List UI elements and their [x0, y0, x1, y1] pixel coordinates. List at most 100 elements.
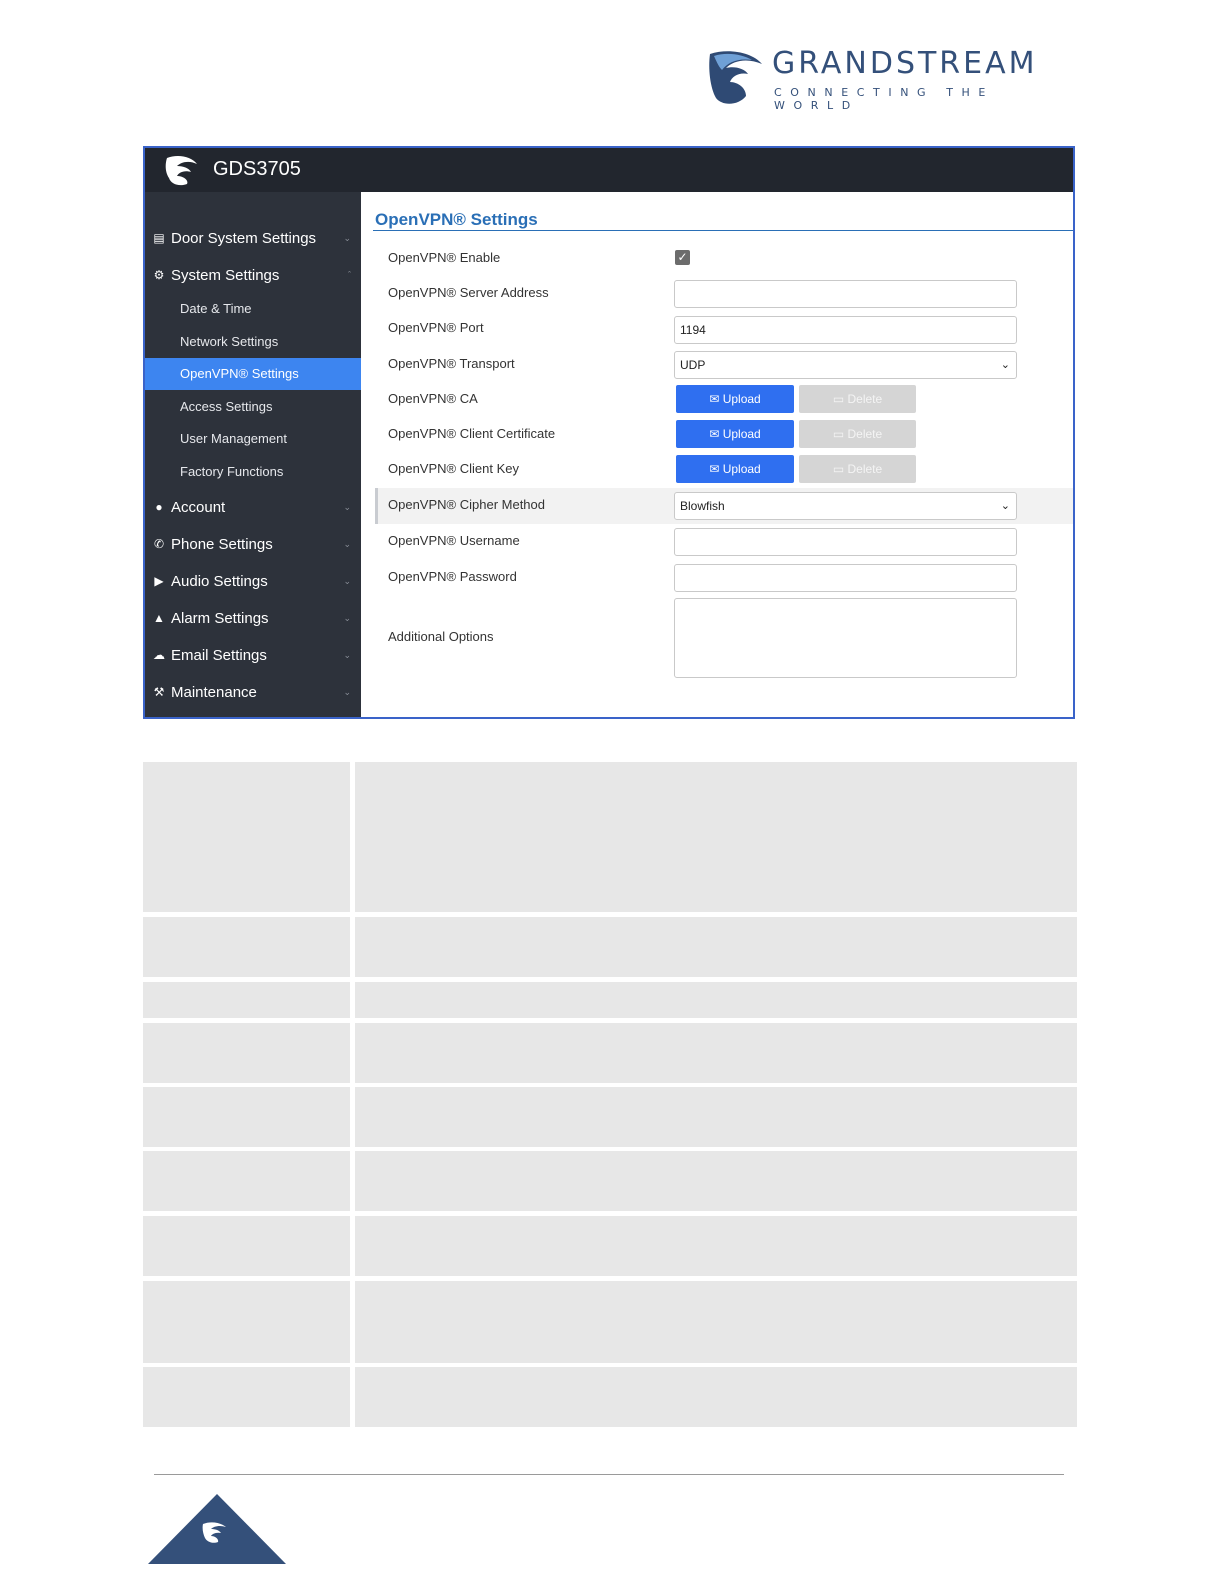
- table-cell: [355, 1216, 1077, 1276]
- upload-folder-icon: ✉: [709, 462, 720, 476]
- port-input[interactable]: 1194: [674, 316, 1017, 344]
- delete-label: Delete: [847, 392, 883, 406]
- server-address-label: OpenVPN® Server Address: [388, 285, 549, 300]
- title-divider: [373, 230, 1073, 231]
- chevron-down-icon: ⌄: [343, 538, 351, 549]
- upload-folder-icon: ✉: [709, 392, 720, 406]
- table-cell: [143, 1216, 350, 1276]
- sidebar-item-label: Phone Settings: [171, 535, 273, 553]
- client-key-label: OpenVPN® Client Key: [388, 461, 519, 476]
- card-icon: ▤: [153, 231, 165, 245]
- upload-label: Upload: [722, 427, 761, 441]
- wrench-icon: ⚒: [153, 685, 165, 699]
- table-cell: [355, 1281, 1077, 1363]
- port-label: OpenVPN® Port: [388, 320, 484, 335]
- transport-select-value: UDP: [680, 358, 706, 372]
- sidebar-subitem-date-time[interactable]: Date & Time: [145, 293, 361, 325]
- sidebar-item-label: Alarm Settings: [171, 609, 269, 627]
- password-label: OpenVPN® Password: [388, 569, 517, 584]
- table-cell: [355, 917, 1077, 977]
- grandstream-logo: GRANDSTREAM CONNECTING THE WORLD: [708, 46, 1088, 112]
- ca-label: OpenVPN® CA: [388, 391, 478, 406]
- sidebar-item-system-settings[interactable]: ⚙ System Settings ˆ: [145, 265, 361, 285]
- additional-options-textarea[interactable]: [674, 598, 1017, 678]
- gear-icon: ⚙: [153, 268, 165, 282]
- table-cell: [143, 1087, 350, 1147]
- cipher-method-label: OpenVPN® Cipher Method: [388, 497, 545, 512]
- sidebar-item-label: Email Settings: [171, 646, 267, 664]
- sidebar-item-maintenance[interactable]: ⚒ Maintenance ⌄: [145, 682, 361, 702]
- sidebar-item-label: Door System Settings: [171, 229, 317, 247]
- table-cell: [355, 1087, 1077, 1147]
- sidebar-item-audio-settings[interactable]: ▶ Audio Settings ⌄: [145, 571, 361, 591]
- delete-label: Delete: [847, 427, 883, 441]
- footer-divider: [154, 1474, 1064, 1475]
- openvpn-enable-label: OpenVPN® Enable: [388, 250, 501, 265]
- chevron-down-icon: ⌄: [343, 686, 351, 697]
- trash-icon: ▭: [832, 427, 845, 441]
- sidebar-subitem-user-management[interactable]: User Management: [145, 423, 361, 455]
- username-input[interactable]: [674, 528, 1017, 556]
- upload-folder-icon: ✉: [709, 427, 720, 441]
- table-cell: [143, 917, 350, 977]
- client-key-upload-button[interactable]: ✉ Upload: [676, 455, 794, 483]
- table-cell: [355, 1023, 1077, 1083]
- user-icon: ●: [155, 500, 163, 514]
- ca-upload-button[interactable]: ✉ Upload: [676, 385, 794, 413]
- bell-icon: ▲: [153, 611, 165, 625]
- table-cell: [355, 982, 1077, 1018]
- sidebar-item-label: System Settings: [171, 266, 280, 284]
- client-certificate-delete-button[interactable]: ▭ Delete: [799, 420, 916, 448]
- trash-icon: ▭: [832, 392, 845, 406]
- server-address-input[interactable]: [674, 280, 1017, 308]
- sidebar-subitem-network-settings[interactable]: Network Settings: [145, 326, 361, 358]
- table-cell: [355, 1151, 1077, 1211]
- username-label: OpenVPN® Username: [388, 533, 520, 548]
- client-certificate-upload-button[interactable]: ✉ Upload: [676, 420, 794, 448]
- password-input[interactable]: [674, 564, 1017, 592]
- brand-tagline: CONNECTING THE WORLD: [774, 86, 994, 112]
- trash-icon: ▭: [832, 462, 845, 476]
- sidebar-item-email-settings[interactable]: ☁ Email Settings ⌄: [145, 645, 361, 665]
- table-cell: [143, 1151, 350, 1211]
- app-window: GDS3705 ▤ Door System Settings ⌄ ⚙ Syste…: [143, 146, 1075, 719]
- page-title: OpenVPN® Settings: [375, 210, 538, 229]
- chevron-down-icon: ⌄: [343, 575, 351, 586]
- sidebar-item-account[interactable]: ● Account ⌄: [145, 497, 361, 517]
- sidebar-subitem-factory-functions[interactable]: Factory Functions: [145, 456, 361, 488]
- settings-panel: OpenVPN® Settings OpenVPN® Enable ✓ Open…: [361, 192, 1073, 717]
- chevron-down-icon: ⌄: [343, 649, 351, 660]
- sidebar-subitem-access-settings[interactable]: Access Settings: [145, 391, 361, 423]
- chevron-down-icon: ⌄: [1000, 500, 1010, 512]
- sidebar-item-label: Audio Settings: [171, 572, 268, 590]
- sidebar-subitem-openvpn-settings[interactable]: OpenVPN® Settings: [145, 358, 361, 390]
- table-cell: [143, 1281, 350, 1363]
- client-key-delete-button[interactable]: ▭ Delete: [799, 455, 916, 483]
- transport-select[interactable]: UDP ⌄: [674, 351, 1017, 379]
- cipher-method-select[interactable]: Blowfish ⌄: [674, 492, 1017, 520]
- table-cell: [143, 982, 350, 1018]
- ca-delete-button[interactable]: ▭ Delete: [799, 385, 916, 413]
- chevron-up-icon: ˆ: [348, 270, 351, 280]
- sidebar-item-label: Account: [171, 498, 226, 516]
- cloud-icon: ☁: [153, 648, 165, 662]
- top-bar: GDS3705: [145, 148, 1073, 192]
- cipher-method-select-value: Blowfish: [680, 499, 725, 513]
- sidebar-item-phone-settings[interactable]: ✆ Phone Settings ⌄: [145, 534, 361, 554]
- app-logo-icon: [165, 156, 197, 186]
- table-cell: [143, 762, 350, 912]
- brand-name: GRANDSTREAM: [772, 46, 1038, 81]
- upload-label: Upload: [722, 392, 761, 406]
- table-cell: [355, 762, 1077, 912]
- chevron-down-icon: ⌄: [343, 232, 351, 243]
- openvpn-enable-checkbox[interactable]: ✓: [675, 250, 690, 265]
- app-title: GDS3705: [213, 158, 301, 180]
- phone-icon: ✆: [153, 537, 165, 551]
- chevron-down-icon: ⌄: [343, 612, 351, 623]
- client-certificate-label: OpenVPN® Client Certificate: [388, 426, 556, 441]
- sidebar-item-alarm-settings[interactable]: ▲ Alarm Settings ⌄: [145, 608, 361, 628]
- sidebar-item-door-system-settings[interactable]: ▤ Door System Settings ⌄: [145, 228, 361, 248]
- table-cell: [143, 1023, 350, 1083]
- upload-label: Upload: [722, 462, 761, 476]
- sidebar-item-label: Maintenance: [171, 683, 257, 701]
